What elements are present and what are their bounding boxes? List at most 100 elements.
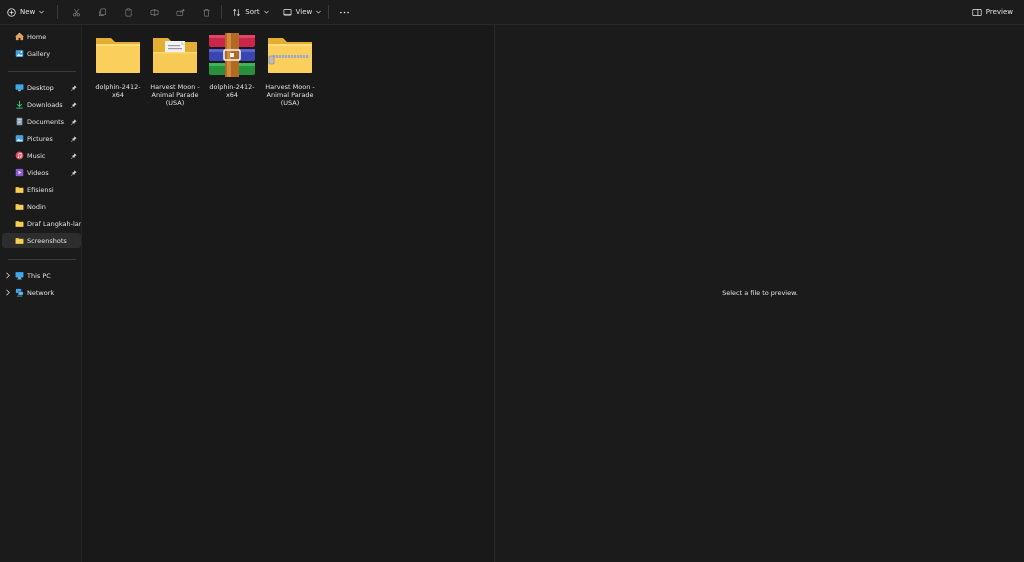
delete-button[interactable] — [198, 2, 215, 22]
sort-button-label: Sort — [245, 8, 260, 16]
cut-button[interactable] — [68, 2, 85, 22]
sidebar-item-label: Desktop — [27, 83, 54, 92]
gallery-icon — [15, 50, 24, 57]
sidebar-item-desktop[interactable]: Desktop — [2, 80, 81, 95]
preview-pane-icon — [972, 8, 982, 16]
sidebar-item-label: Network — [27, 288, 55, 297]
toolbar-divider — [57, 5, 59, 19]
scissors-icon — [73, 8, 81, 16]
chevron-down-icon — [316, 10, 322, 14]
share-button[interactable] — [172, 2, 189, 22]
file-item-folder-with-document[interactable]: Harvest Moon - Animal Parade (USA) — [149, 33, 201, 107]
toolbar-divider — [221, 5, 223, 19]
file-name: Harvest Moon - Animal Parade (USA) — [150, 83, 200, 107]
trash-icon — [203, 8, 210, 16]
sidebar-item-downloads[interactable]: Downloads — [2, 97, 81, 112]
folder-icon — [15, 186, 24, 193]
file-name: Harvest Moon - Animal Parade (USA) — [265, 83, 315, 107]
pin-icon — [71, 135, 77, 142]
folder-icon — [15, 220, 24, 227]
sidebar-item-label: Videos — [27, 168, 49, 177]
sidebar-item-music[interactable]: Music — [2, 148, 81, 163]
sidebar-item-label: Screenshots — [27, 236, 67, 245]
pin-icon — [71, 118, 77, 125]
new-button-label: New — [20, 8, 36, 16]
sidebar-item-label: Music — [27, 151, 46, 160]
view-button[interactable]: View — [279, 2, 326, 22]
sidebar-item-label: Draf Langkah-langkah — [27, 219, 81, 228]
preview-pane-button[interactable]: Preview — [968, 2, 1017, 22]
preview-pane: Select a file to preview. — [494, 25, 1024, 562]
more-icon — [340, 11, 350, 13]
sidebar-item-label: Downloads — [27, 100, 63, 109]
sidebar-item-label: Pictures — [27, 134, 53, 143]
pin-icon — [71, 169, 77, 176]
command-bar: New Sort View Preview — [0, 0, 1024, 25]
desktop-icon — [15, 84, 24, 92]
sidebar-item-label: Nodin — [27, 202, 46, 211]
sidebar-item-label: Gallery — [27, 49, 51, 58]
sidebar-item-label: This PC — [27, 271, 51, 280]
sidebar-divider — [8, 259, 76, 260]
file-item-folder[interactable]: dolphin-2412-x64 — [92, 33, 144, 99]
file-item-zip-folder[interactable]: Harvest Moon - Animal Parade (USA) — [264, 33, 316, 107]
music-icon — [15, 151, 24, 160]
chevron-right-icon[interactable] — [5, 289, 11, 296]
sidebar-item-efisiensi[interactable]: Efisiensi — [2, 182, 81, 197]
sidebar-item-videos[interactable]: Videos — [2, 165, 81, 180]
share-icon — [176, 8, 185, 16]
sidebar-item-label: Documents — [27, 117, 65, 126]
sidebar-item-home[interactable]: Home — [2, 29, 81, 44]
sort-button[interactable]: Sort — [228, 2, 272, 22]
toolbar-divider — [328, 5, 330, 19]
folder-icon — [15, 203, 24, 210]
preview-button-label: Preview — [985, 8, 1013, 16]
new-button[interactable]: New — [3, 2, 48, 22]
pin-icon — [71, 84, 77, 91]
winrar-archive-icon — [209, 33, 255, 77]
sidebar-item-label: Efisiensi — [27, 185, 54, 194]
home-icon — [15, 32, 24, 41]
view-icon — [283, 8, 292, 16]
network-icon — [15, 288, 24, 297]
file-item-winrar-archive[interactable]: dolphin-2412-x64 — [206, 33, 258, 99]
pc-icon — [15, 272, 24, 280]
documents-icon — [16, 117, 23, 126]
clipboard-icon — [125, 7, 132, 16]
chevron-down-icon — [39, 10, 45, 14]
sidebar-item-nodin[interactable]: Nodin — [2, 199, 81, 214]
sidebar-item-label: Home — [27, 32, 47, 41]
sort-icon — [233, 8, 241, 16]
pin-icon — [71, 101, 77, 108]
copy-icon — [99, 8, 107, 16]
copy-button[interactable] — [94, 2, 111, 22]
pictures-icon — [15, 135, 24, 142]
sidebar-item-network[interactable]: Network — [2, 285, 81, 300]
download-icon — [16, 100, 23, 109]
rename-icon — [150, 8, 159, 16]
sidebar-item-screenshots[interactable]: Screenshots — [2, 233, 81, 248]
more-options-button[interactable] — [335, 2, 354, 22]
sidebar-item-documents[interactable]: Documents — [2, 114, 81, 129]
zip-folder-icon — [268, 38, 312, 73]
navigation-pane: Home Gallery Desktop Downloads Documents… — [0, 25, 82, 562]
folder-document-icon — [153, 38, 197, 73]
chevron-right-icon[interactable] — [5, 272, 11, 279]
sidebar-item-this-pc[interactable]: This PC — [2, 268, 81, 283]
plus-circle-icon — [7, 7, 16, 17]
pin-icon — [71, 152, 77, 159]
videos-icon — [15, 168, 24, 177]
paste-button[interactable] — [120, 2, 137, 22]
file-name: dolphin-2412-x64 — [209, 83, 255, 99]
preview-placeholder-text: Select a file to preview. — [722, 289, 798, 297]
sidebar-item-draf-langkah-langkah[interactable]: Draf Langkah-langkah — [2, 216, 81, 231]
file-name: dolphin-2412-x64 — [95, 83, 141, 99]
view-button-label: View — [295, 8, 313, 16]
folder-icon — [96, 38, 140, 73]
sidebar-divider — [8, 71, 76, 72]
chevron-down-icon — [263, 10, 269, 14]
folder-icon — [15, 237, 24, 244]
sidebar-item-pictures[interactable]: Pictures — [2, 131, 81, 146]
sidebar-item-gallery[interactable]: Gallery — [2, 46, 81, 61]
rename-button[interactable] — [146, 2, 163, 22]
